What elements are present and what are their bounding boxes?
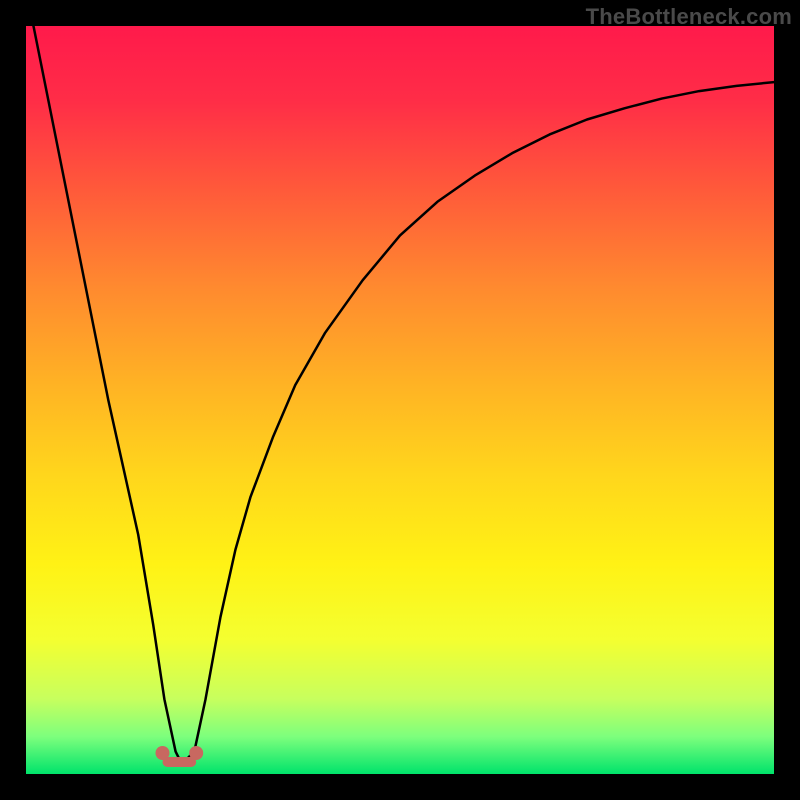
- gradient-background: [26, 26, 774, 774]
- plot-area: [26, 26, 774, 774]
- chart-frame: TheBottleneck.com: [0, 0, 800, 800]
- watermark-text: TheBottleneck.com: [586, 4, 792, 30]
